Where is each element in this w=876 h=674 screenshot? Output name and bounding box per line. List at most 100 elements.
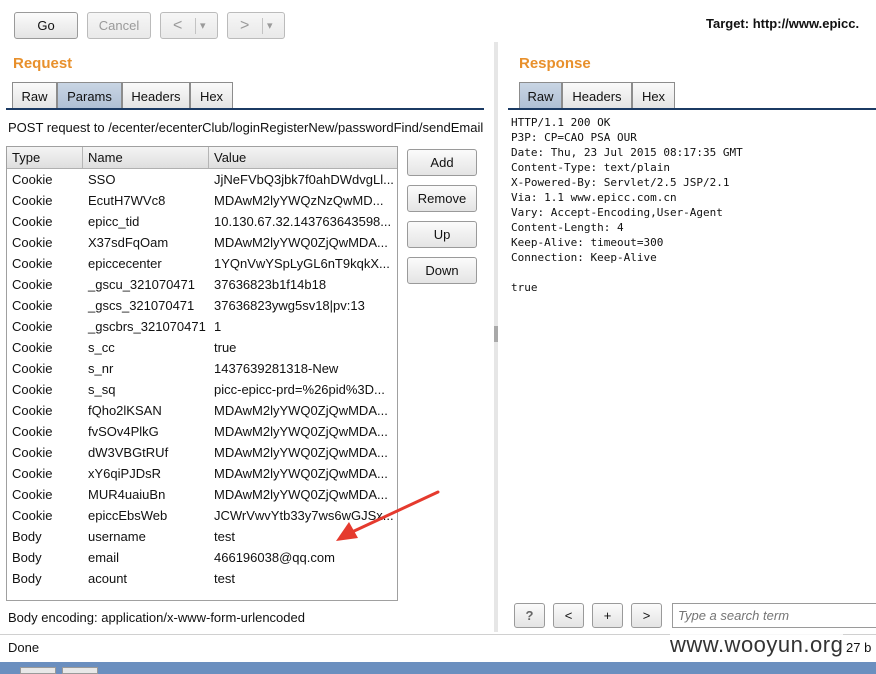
tab-response-hex[interactable]: Hex [632, 82, 675, 109]
chevron-down-icon: ▾ [200, 20, 206, 32]
forward-button[interactable]: > ▾ [227, 12, 285, 39]
param-name-cell: SSO [88, 172, 116, 187]
param-value-cell: 1437639281318-New [214, 361, 339, 376]
search-prev-button[interactable]: < [553, 603, 584, 628]
table-row[interactable]: Cookie s_cc true [7, 337, 397, 358]
tab-headers[interactable]: Headers [122, 82, 190, 109]
taskbar-item [20, 667, 56, 674]
tab-response-headers[interactable]: Headers [562, 82, 632, 109]
param-type-cell: Cookie [12, 235, 53, 250]
go-button[interactable]: Go [14, 12, 78, 39]
param-name-cell: dW3VBGtRUf [88, 445, 169, 460]
param-value-cell: MDAwM2lyYWQ0ZjQwMDA... [214, 445, 388, 460]
response-body[interactable]: HTTP/1.1 200 OK P3P: CP=CAO PSA OUR Date… [511, 115, 743, 295]
table-row[interactable]: Cookie fvSOv4PlkG MDAwM2lyYWQ0ZjQwMDA... [7, 421, 397, 442]
tab-underline [6, 108, 484, 110]
remove-button[interactable]: Remove [407, 185, 477, 212]
add-button[interactable]: Add [407, 149, 477, 176]
table-row[interactable]: Cookie s_nr 1437639281318-New [7, 358, 397, 379]
search-next-button[interactable]: > [631, 603, 662, 628]
param-type-cell: Cookie [12, 193, 53, 208]
taskbar-item [62, 667, 98, 674]
tab-params[interactable]: Params [57, 82, 122, 109]
watermark: www.wooyun.org [670, 632, 844, 658]
tab-hex[interactable]: Hex [190, 82, 233, 109]
table-header: Type Name Value [7, 147, 397, 169]
param-name-cell: _gscu_321070471 [88, 277, 195, 292]
param-name-cell: _gscs_321070471 [88, 298, 195, 313]
up-button[interactable]: Up [407, 221, 477, 248]
tab-raw[interactable]: Raw [12, 82, 57, 109]
back-button[interactable]: < ▾ [160, 12, 218, 39]
split-divider [195, 18, 196, 34]
param-value-cell: MDAwM2lyYWQ0ZjQwMDA... [214, 424, 388, 439]
request-title: Request [13, 55, 73, 72]
param-type-cell: Cookie [12, 256, 53, 271]
param-name-cell: s_cc [88, 340, 115, 355]
param-value-cell: MDAwM2lyYWQ0ZjQwMDA... [214, 235, 388, 250]
target-label[interactable]: Target: http://www.epicc. [706, 16, 859, 31]
window-bottom-edge [0, 662, 876, 674]
cancel-button[interactable]: Cancel [87, 12, 151, 39]
param-type-cell: Cookie [12, 319, 53, 334]
back-arrow-icon: < [173, 16, 183, 34]
status-right-text: 27 b [846, 640, 872, 655]
param-name-cell: xY6qiPJDsR [88, 466, 161, 481]
param-name-cell: epicc_tid [88, 214, 140, 229]
param-type-cell: Cookie [12, 277, 53, 292]
param-name-cell: epiccecenter [88, 256, 162, 271]
tab-response-raw[interactable]: Raw [519, 82, 562, 109]
param-type-cell: Cookie [12, 445, 53, 460]
table-row[interactable]: Cookie SSO JjNeFVbQ3jbk7f0ahDWdvgLl... [7, 169, 397, 190]
table-row[interactable]: Cookie _gscu_321070471 37636823b1f14b18 [7, 274, 397, 295]
table-row[interactable]: Cookie epiccecenter 1YQnVwYSpLyGL6nT9kqkX.… [7, 253, 397, 274]
table-row[interactable]: Cookie X37sdFqOam MDAwM2lyYWQ0ZjQwMDA... [7, 232, 397, 253]
body-encoding: Body encoding: application/x-www-form-ur… [8, 610, 305, 625]
param-type-cell: Cookie [12, 382, 53, 397]
param-name-cell: X37sdFqOam [88, 235, 169, 250]
param-name-cell: _gscbrs_321070471 [88, 319, 206, 334]
param-value-cell: picc-epicc-prd=%26pid%3D... [214, 382, 385, 397]
table-row[interactable]: Body acount test [7, 568, 397, 589]
param-type-cell: Cookie [12, 466, 53, 481]
column-header-type[interactable]: Type [7, 147, 83, 168]
help-button[interactable]: ? [514, 603, 545, 628]
down-button[interactable]: Down [407, 257, 477, 284]
param-value-cell: JjNeFVbQ3jbk7f0ahDWdvgLl... [214, 172, 394, 187]
status-text: Done [8, 640, 40, 655]
column-header-value[interactable]: Value [209, 147, 397, 168]
column-header-name[interactable]: Name [83, 147, 209, 168]
param-name-cell: fvSOv4PlkG [88, 424, 159, 439]
param-type-cell: Cookie [12, 487, 53, 502]
param-name-cell: s_nr [88, 361, 114, 376]
param-name-cell: MUR4uaiuBn [88, 487, 166, 502]
param-type-cell: Body [12, 550, 42, 565]
table-row[interactable]: Cookie epicc_tid 10.130.67.32.143763643598… [7, 211, 397, 232]
param-value-cell: true [214, 340, 237, 355]
table-row[interactable]: Cookie dW3VBGtRUf MDAwM2lyYWQ0ZjQwMDA... [7, 442, 397, 463]
param-value-cell: 10.130.67.32.143763643598... [214, 214, 392, 229]
response-title: Response [519, 55, 591, 72]
search-input[interactable] [672, 603, 876, 628]
param-value-cell: MDAwM2lyYWQ0ZjQwMDA... [214, 403, 388, 418]
search-add-button[interactable]: + [592, 603, 623, 628]
param-type-cell: Cookie [12, 340, 53, 355]
table-row[interactable]: Cookie fQho2lKSAN MDAwM2lyYWQ0ZjQwMDA... [7, 400, 397, 421]
table-row[interactable]: Cookie _gscs_321070471 37636823ywg5sv18|pv… [7, 295, 397, 316]
table-row[interactable]: Cookie s_sq picc-epicc-prd=%26pid%3D... [7, 379, 397, 400]
forward-arrow-icon: > [240, 16, 250, 34]
splitter-grip[interactable] [494, 326, 498, 342]
table-row[interactable]: Cookie _gscbrs_321070471 1 [7, 316, 397, 337]
param-value-cell: test [214, 571, 235, 586]
request-summary: POST request to /ecenter/ecenterClub/log… [8, 120, 484, 135]
param-type-cell: Cookie [12, 172, 53, 187]
param-name-cell: fQho2lKSAN [88, 403, 162, 418]
param-type-cell: Cookie [12, 361, 53, 376]
param-type-cell: Body [12, 571, 42, 586]
param-type-cell: Cookie [12, 424, 53, 439]
table-row[interactable]: Cookie EcutH7WVc8 MDAwM2lyYWQzNzQwMD... [7, 190, 397, 211]
param-type-cell: Cookie [12, 508, 53, 523]
chevron-down-icon: ▾ [267, 20, 273, 32]
table-row[interactable]: Body email 466196038@qq.com [7, 547, 397, 568]
param-type-cell: Cookie [12, 298, 53, 313]
